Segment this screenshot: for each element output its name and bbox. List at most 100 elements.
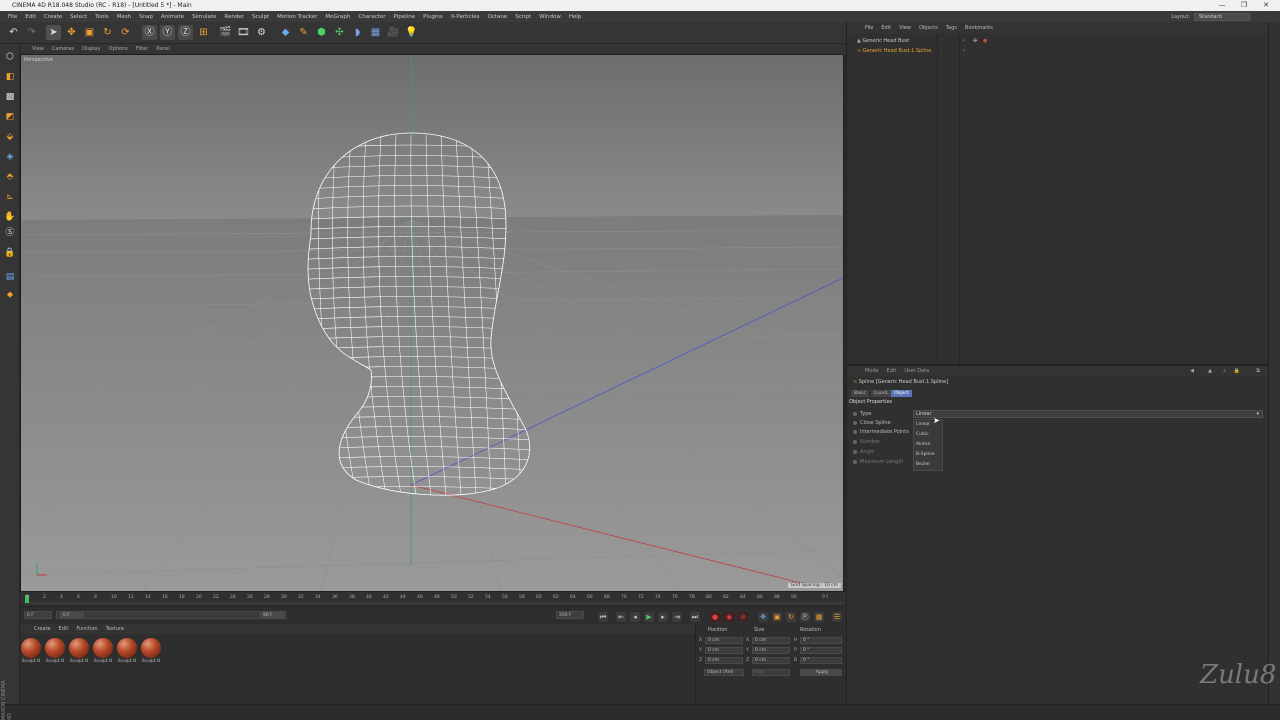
scale-key-icon[interactable]: ▣ <box>772 612 782 622</box>
material-menu-edit[interactable]: Edit <box>55 626 73 634</box>
dropdown-option-cubic[interactable]: Cubic <box>914 430 942 440</box>
menu-create[interactable]: Create <box>40 14 66 20</box>
dropdown-option-b-spline[interactable]: B-Spline <box>914 450 942 460</box>
keyframe-selection-icon[interactable]: ⊘ <box>738 612 748 622</box>
next-frame-icon[interactable]: ▸ <box>658 612 668 622</box>
menu-help[interactable]: Help <box>565 14 586 20</box>
object-menu-tags[interactable]: Tags <box>942 25 961 31</box>
position-x-field[interactable]: 0 cm <box>705 637 743 644</box>
menu-select[interactable]: Select <box>66 14 91 20</box>
end-frame-field[interactable]: 200 F <box>556 611 584 619</box>
x-axis-icon[interactable]: Ⓧ <box>142 25 157 40</box>
menu-file[interactable]: File <box>4 14 21 20</box>
attribute-menu-user-data[interactable]: User Data <box>900 368 933 374</box>
material-swatch[interactable]: Sculpt B <box>68 638 90 666</box>
size-x-field[interactable]: 0 cm <box>752 637 790 644</box>
dropdown-option-bezier[interactable]: Bezier <box>914 460 942 470</box>
size-y-field[interactable]: 0 cm <box>752 647 790 654</box>
menu-simulate[interactable]: Simulate <box>188 14 220 20</box>
object-menu-objects[interactable]: Objects <box>915 25 942 31</box>
go-to-start-icon[interactable]: ⏮ <box>598 612 608 622</box>
quantize-icon[interactable]: ⬥ <box>3 288 17 302</box>
viewport-menu-view[interactable]: View <box>28 46 48 52</box>
position-z-field[interactable]: 0 cm <box>705 657 743 664</box>
object-row-head-bust[interactable]: ▲ Generic Head Bust ⁚ ✓ ✣ ● <box>857 37 987 46</box>
size-mode-dropdown[interactable]: Size <box>752 669 790 676</box>
tag-icon[interactable]: ✣ <box>973 37 977 46</box>
move-tool-icon[interactable]: ✥ <box>64 25 79 40</box>
dropdown-option-akima[interactable]: Akima <box>914 440 942 450</box>
menu-mesh[interactable]: Mesh <box>113 14 135 20</box>
menu-mograph[interactable]: MoGraph <box>321 14 354 20</box>
deformer-icon[interactable]: ◗ <box>350 25 365 40</box>
menu-window[interactable]: Window <box>535 14 565 20</box>
lock-workplane-icon[interactable]: 🔒 <box>3 246 17 260</box>
animate-dot-icon[interactable] <box>853 439 857 444</box>
viewport-menu-cameras[interactable]: Cameras <box>48 46 78 52</box>
points-mode-icon[interactable]: ⬙ <box>3 130 17 144</box>
animate-dot-icon[interactable] <box>853 411 857 416</box>
coordinate-system-icon[interactable]: ⊞ <box>196 25 211 40</box>
menu-render[interactable]: Render <box>220 14 248 20</box>
subdivision-icon[interactable]: ⬢ <box>314 25 329 40</box>
material-menu-texture[interactable]: Texture <box>102 626 128 634</box>
material-swatch[interactable]: Sculpt B <box>92 638 114 666</box>
snap-icon[interactable]: Ⓢ <box>3 226 17 240</box>
range-end-field[interactable]: 90 F <box>260 611 284 619</box>
floor-icon[interactable]: ▦ <box>368 25 383 40</box>
texture-mode-icon[interactable]: ▩ <box>3 90 17 104</box>
record-icon[interactable]: ● <box>710 612 720 622</box>
select-tool-icon[interactable]: ➤ <box>46 25 61 40</box>
viewport[interactable]: Perspective Grid Spacing : 10 cm <box>20 54 844 592</box>
new-window-icon[interactable]: ⧉ <box>1252 368 1264 374</box>
coordinate-mode-dropdown[interactable]: Object (Rel) <box>704 669 744 676</box>
redo-icon[interactable]: ↷ <box>24 25 39 40</box>
menu-pipeline[interactable]: Pipeline <box>390 14 420 20</box>
apply-button[interactable]: Apply <box>800 669 842 676</box>
tweak-mode-icon[interactable]: ✋ <box>3 210 17 224</box>
size-z-field[interactable]: 0 cm <box>752 657 790 664</box>
menu-script[interactable]: Script <box>511 14 535 20</box>
material-swatch[interactable]: Sculpt B <box>140 638 162 666</box>
rotation-b-field[interactable]: 0 ° <box>800 657 842 664</box>
material-menu-function[interactable]: Function <box>72 626 101 634</box>
menu-animate[interactable]: Animate <box>157 14 188 20</box>
tab-coord[interactable]: Coord. <box>871 390 892 397</box>
autokey-icon[interactable]: ◉ <box>724 612 734 622</box>
object-menu-view[interactable]: View <box>895 25 915 31</box>
attribute-menu-mode[interactable]: Mode <box>861 368 883 374</box>
model-mode-icon[interactable]: ◧ <box>3 70 17 84</box>
material-swatch[interactable]: Sculpt B <box>116 638 138 666</box>
polygons-mode-icon[interactable]: ⬘ <box>3 170 17 184</box>
render-settings-icon[interactable]: ⚙ <box>254 25 269 40</box>
menu-sculpt[interactable]: Sculpt <box>248 14 273 20</box>
point-level-icon[interactable]: ▦ <box>814 612 824 622</box>
menu-octane[interactable]: Octane <box>483 14 511 20</box>
attribute-menu-edit[interactable]: Edit <box>883 368 901 374</box>
undo-icon[interactable]: ↶ <box>6 25 21 40</box>
workplane-mode-icon[interactable]: ◩ <box>3 110 17 124</box>
recent-tool-icon[interactable]: ⟳ <box>118 25 133 40</box>
go-to-end-icon[interactable]: ⏭ <box>690 612 700 622</box>
rotate-tool-icon[interactable]: ↻ <box>100 25 115 40</box>
scale-tool-icon[interactable]: ▣ <box>82 25 97 40</box>
viewport-menu-panel[interactable]: Panel <box>152 46 174 52</box>
search-icon[interactable]: ⌕ <box>1219 368 1230 374</box>
rotation-p-field[interactable]: 0 ° <box>800 647 842 654</box>
viewport-menu-options[interactable]: Options <box>105 46 132 52</box>
up-arrow-icon[interactable]: ▲ <box>1204 368 1216 374</box>
animate-dot-icon[interactable] <box>853 449 857 454</box>
viewport-menu-filter[interactable]: Filter <box>132 46 152 52</box>
tab-object[interactable]: Object <box>891 390 912 397</box>
minimize-button[interactable]: — <box>1210 0 1234 11</box>
position-y-field[interactable]: 0 cm <box>705 647 743 654</box>
z-axis-icon[interactable]: Ⓩ <box>178 25 193 40</box>
checkmark-icon[interactable]: ✓ <box>962 47 966 56</box>
tab-basic[interactable]: Basic <box>851 390 869 397</box>
visibility-dots-icon[interactable]: ⁚ <box>941 47 943 56</box>
range-slider[interactable] <box>56 611 286 619</box>
material-menu-create[interactable]: Create <box>30 626 55 634</box>
back-arrow-icon[interactable]: ◀ <box>1186 368 1198 374</box>
layout-dropdown[interactable]: Standard <box>1194 12 1250 21</box>
pen-icon[interactable]: ✎ <box>296 25 311 40</box>
